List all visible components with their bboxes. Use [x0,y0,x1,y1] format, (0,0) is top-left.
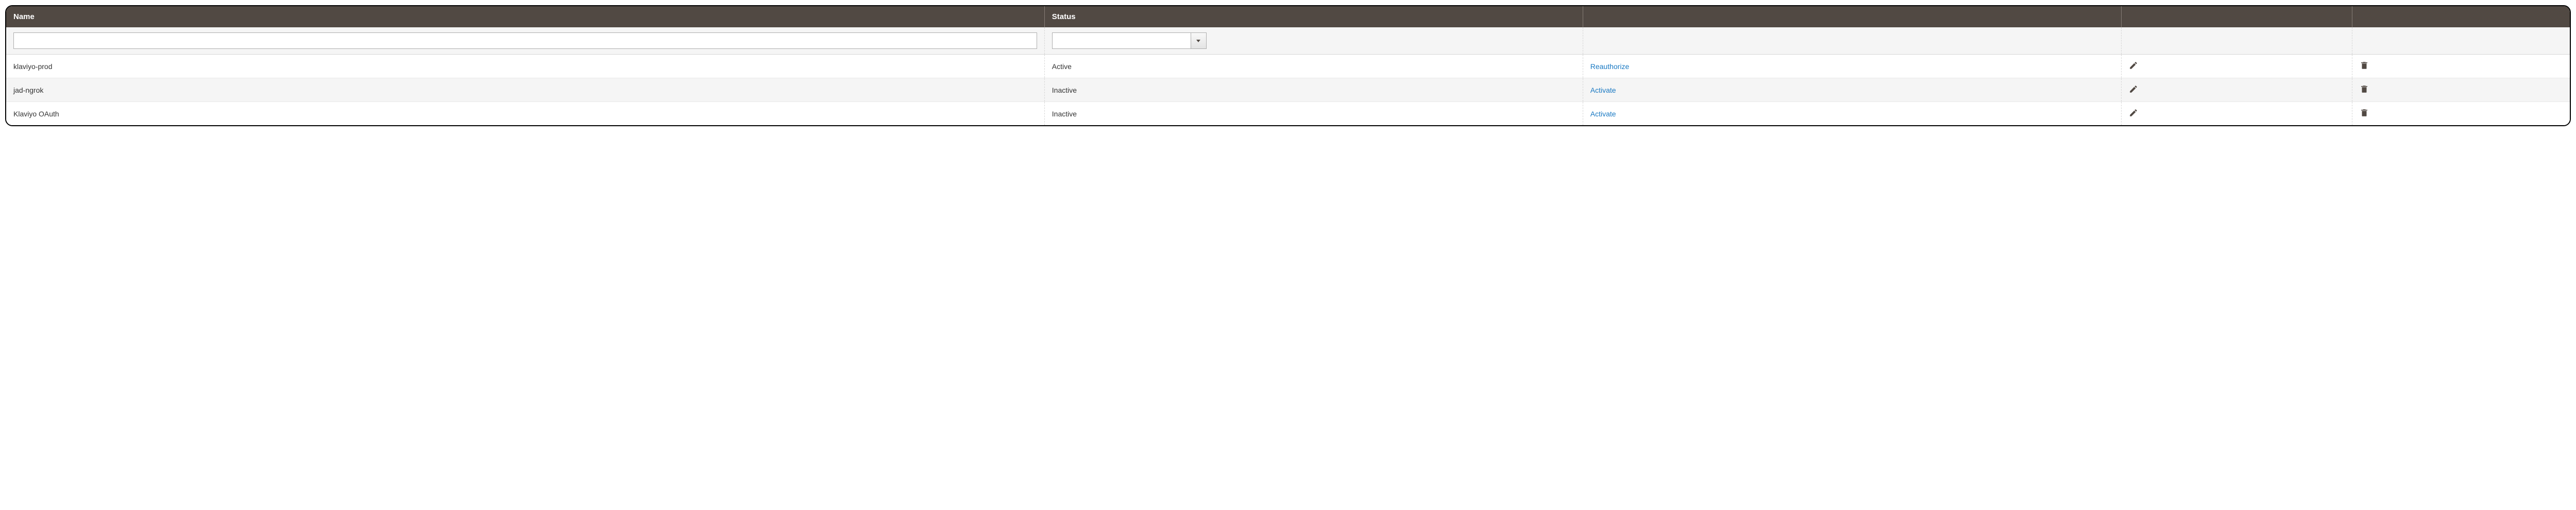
edit-button[interactable] [2129,108,2138,117]
column-header-status[interactable]: Status [1044,6,1583,27]
action-link[interactable]: Activate [1590,86,1616,94]
delete-button[interactable] [2360,61,2369,70]
edit-button[interactable] [2129,61,2138,70]
action-link[interactable]: Activate [1590,110,1616,118]
column-header-action [1583,6,2121,27]
cell-name: Klaviyo OAuth [6,102,1044,126]
cell-name: klaviyo-prod [6,55,1044,78]
table-header-row: Name Status [6,6,2570,27]
filter-status-dropdown-button[interactable] [1191,33,1206,48]
pencil-icon [2129,84,2138,94]
table-row: jad-ngrok Inactive Activate [6,78,2570,102]
chevron-down-icon [1196,40,1200,42]
trash-icon [2360,84,2369,94]
pencil-icon [2129,108,2138,117]
column-header-name[interactable]: Name [6,6,1044,27]
filter-status-value [1053,33,1191,48]
table-row: Klaviyo OAuth Inactive Activate [6,102,2570,126]
filter-status-select[interactable] [1052,32,1207,49]
delete-button[interactable] [2360,108,2369,117]
action-link[interactable]: Reauthorize [1590,62,1630,71]
cell-name: jad-ngrok [6,78,1044,102]
cell-status: Inactive [1044,102,1583,126]
integrations-table: Name Status [6,6,2570,125]
column-header-delete [2352,6,2570,27]
table-row: klaviyo-prod Active Reauthorize [6,55,2570,78]
edit-button[interactable] [2129,84,2138,94]
delete-button[interactable] [2360,84,2369,94]
cell-status: Active [1044,55,1583,78]
trash-icon [2360,108,2369,117]
trash-icon [2360,61,2369,70]
filter-name-input[interactable] [13,32,1037,49]
pencil-icon [2129,61,2138,70]
cell-status: Inactive [1044,78,1583,102]
integrations-table-container: Name Status [5,5,2571,126]
table-filter-row [6,27,2570,55]
column-header-edit [2121,6,2352,27]
